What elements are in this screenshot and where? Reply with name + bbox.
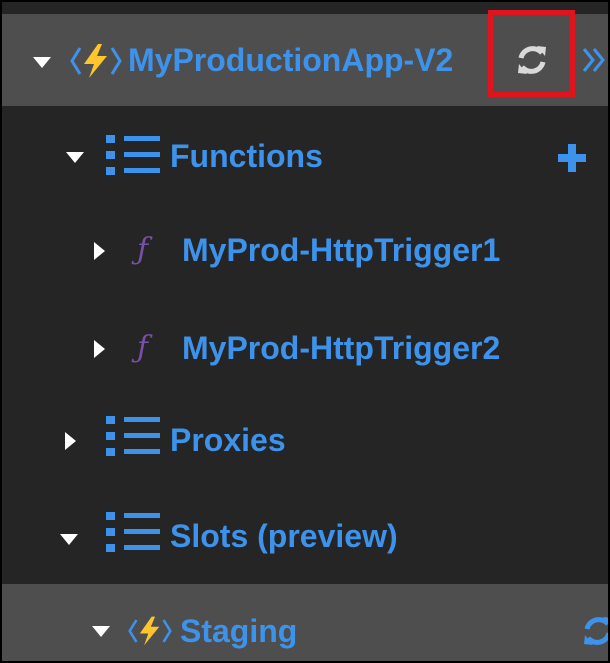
function-app-icon	[128, 616, 172, 646]
refresh-highlight-box	[488, 10, 575, 97]
expand-arrow-icon[interactable]	[94, 242, 105, 260]
collapse-arrow-icon[interactable]	[92, 626, 110, 637]
function-item-label: MyProd-HttpTrigger2	[182, 330, 501, 366]
expand-arrow-icon[interactable]	[65, 432, 76, 450]
double-chevron-right-icon[interactable]	[580, 44, 608, 76]
tree-node-function-item[interactable]: ƒ MyProd-HttpTrigger1	[2, 204, 608, 296]
tree-node-staging[interactable]: Staging	[2, 584, 610, 661]
refresh-icon[interactable]	[581, 614, 610, 648]
function-app-icon	[70, 44, 122, 78]
function-f-icon: ƒ	[137, 232, 149, 267]
functions-label: Functions	[170, 138, 323, 174]
app-name: MyProductionApp-V2	[128, 42, 454, 78]
list-icon	[106, 512, 160, 552]
collapse-arrow-icon[interactable]	[33, 57, 51, 68]
function-f-icon: ƒ	[137, 330, 149, 365]
function-item-label: MyProd-HttpTrigger1	[182, 232, 501, 268]
tree-node-slots[interactable]: Slots (preview)	[2, 490, 608, 582]
slots-label: Slots (preview)	[170, 518, 398, 554]
tree-node-proxies[interactable]: Proxies	[2, 394, 608, 486]
function-app-tree: MyProductionApp-V2 Functions ƒ MyProd-Ht…	[0, 0, 610, 663]
staging-label: Staging	[180, 613, 298, 649]
tree-node-function-item[interactable]: ƒ MyProd-HttpTrigger2	[2, 302, 608, 394]
tree-node-functions[interactable]: Functions	[2, 110, 608, 202]
list-icon	[106, 135, 160, 175]
plus-icon[interactable]	[558, 144, 586, 172]
list-icon	[106, 416, 160, 456]
expand-arrow-icon[interactable]	[94, 340, 105, 358]
collapse-arrow-icon[interactable]	[60, 534, 78, 545]
proxies-label: Proxies	[170, 422, 286, 458]
collapse-arrow-icon[interactable]	[66, 152, 84, 163]
